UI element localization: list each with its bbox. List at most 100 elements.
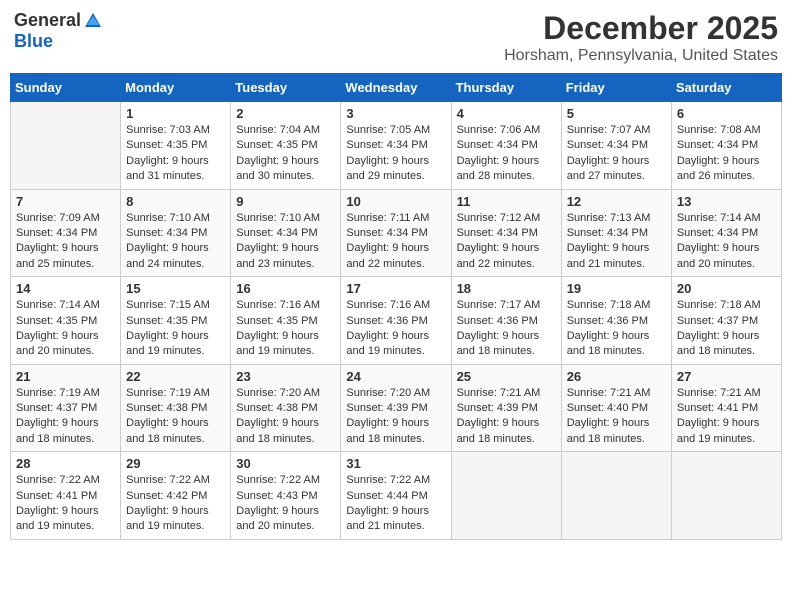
sunrise-text: Sunrise: 7:13 AM <box>567 212 651 224</box>
day-number: 22 <box>126 369 225 384</box>
calendar-week-row: 14 Sunrise: 7:14 AM Sunset: 4:35 PM Dayligh… <box>11 277 782 365</box>
daylight-text: Daylight: 9 hours and 19 minutes. <box>236 330 319 357</box>
day-number: 4 <box>457 106 556 121</box>
calendar-cell: 10Sunrise: 7:11 AMSunset: 4:34 PMDayligh… <box>341 189 451 277</box>
day-number: 2 <box>236 106 335 121</box>
calendar-cell: 9Sunrise: 7:10 AMSunset: 4:34 PMDaylight… <box>231 189 341 277</box>
daylight-text: Daylight: 9 hours and 18 minutes. <box>236 417 319 444</box>
sunrise-text: Sunrise: 7:18 AM <box>567 299 651 311</box>
daylight-text: Daylight: 9 hours and 18 minutes. <box>567 417 650 444</box>
day-number: 29 <box>126 456 225 471</box>
cell-content: Sunrise: 7:03 AMSunset: 4:35 PMDaylight:… <box>126 123 225 185</box>
calendar-cell: 22 Sunrise: 7:19 AMSunset: 4:38 PMDayligh… <box>121 364 231 452</box>
daylight-text: Daylight: 9 hours and 31 minutes. <box>126 155 209 182</box>
cell-content: Sunrise: 7:22 AMSunset: 4:42 PMDaylight:… <box>126 473 225 535</box>
sunset-text: Sunset: 4:34 PM <box>567 139 648 151</box>
sunset-text: Sunset: 4:39 PM <box>457 402 538 414</box>
sunrise-text: Sunrise: 7:15 AM <box>126 299 210 311</box>
sunset-text: Sunset: 4:35 PM <box>236 139 317 151</box>
daylight-text: Daylight: 9 hours and 20 minutes. <box>677 242 760 269</box>
cell-content: Sunrise: 7:07 AMSunset: 4:34 PMDaylight:… <box>567 123 666 185</box>
calendar-header-row: SundayMondayTuesdayWednesdayThursdayFrid… <box>11 74 782 102</box>
sunset-text: Sunset: 4:35 PM <box>16 315 97 327</box>
daylight-text: Daylight: 9 hours and 21 minutes. <box>346 505 429 532</box>
sunset-text: Sunset: 4:42 PM <box>126 490 207 502</box>
sunset-text: Sunset: 4:40 PM <box>567 402 648 414</box>
day-number: 13 <box>677 194 776 209</box>
cell-content: Sunrise: 7:18 AMSunset: 4:36 PMDaylight:… <box>567 298 666 360</box>
day-number: 28 <box>16 456 115 471</box>
day-number: 7 <box>16 194 115 209</box>
daylight-text: Daylight: 9 hours and 18 minutes. <box>457 330 540 357</box>
calendar-cell: 4Sunrise: 7:06 AMSunset: 4:34 PMDaylight… <box>451 102 561 190</box>
sunrise-text: Sunrise: 7:05 AM <box>346 124 430 136</box>
cell-content: Sunrise: 7:17 AM Sunset: 4:36 PM Daylight:… <box>457 298 556 360</box>
daylight-text: Daylight: 9 hours and 28 minutes. <box>457 155 540 182</box>
day-number: 11 <box>457 194 556 209</box>
calendar-cell: 6Sunrise: 7:08 AMSunset: 4:34 PMDaylight… <box>671 102 781 190</box>
sunrise-text: Sunrise: 7:20 AM <box>236 387 320 399</box>
day-number: 1 <box>126 106 225 121</box>
cell-content: Sunrise: 7:22 AMSunset: 4:43 PMDaylight:… <box>236 473 335 535</box>
daylight-text: Daylight: 9 hours and 22 minutes. <box>457 242 540 269</box>
sunset-text: Sunset: 4:38 PM <box>126 402 207 414</box>
sunrise-text: Sunrise: 7:09 AM <box>16 212 100 224</box>
page-header: General Blue December 2025 Horsham, Penn… <box>10 10 782 65</box>
calendar-cell: 23 Sunrise: 7:20 AM Sunset: 4:38 PM Dayligh… <box>231 364 341 452</box>
day-number: 8 <box>126 194 225 209</box>
cell-content: Sunrise: 7:14 AMSunset: 4:35 PMDaylight:… <box>16 298 115 360</box>
day-number: 25 <box>457 369 556 384</box>
sunset-text: Sunset: 4:38 PM <box>236 402 317 414</box>
day-header-saturday: Saturday <box>671 74 781 102</box>
sunset-text: Sunset: 4:36 PM <box>457 315 538 327</box>
sunrise-text: Sunrise: 7:06 AM <box>457 124 541 136</box>
day-number: 27 <box>677 369 776 384</box>
day-header-tuesday: Tuesday <box>231 74 341 102</box>
day-number: 24 <box>346 369 445 384</box>
day-number: 15 <box>126 281 225 296</box>
calendar-cell: 25Sunrise: 7:21 AMSunset: 4:39 PMDayligh… <box>451 364 561 452</box>
logo-icon <box>83 11 103 31</box>
daylight-text: Daylight: 9 hours and 23 minutes. <box>236 242 319 269</box>
sunset-text: Sunset: 4:34 PM <box>567 227 648 239</box>
day-number: 14 <box>16 281 115 296</box>
sunrise-text: Sunrise: 7:16 AM <box>236 299 320 311</box>
day-number: 3 <box>346 106 445 121</box>
day-number: 30 <box>236 456 335 471</box>
day-number: 21 <box>16 369 115 384</box>
day-number: 26 <box>567 369 666 384</box>
cell-content: Sunrise: 7:22 AMSunset: 4:44 PMDaylight:… <box>346 473 445 535</box>
calendar-cell: 21 Sunrise: 7:19 AMSunset: 4:37 PMDayligh… <box>11 364 121 452</box>
cell-content: Sunrise: 7:10 AMSunset: 4:34 PMDaylight:… <box>126 211 225 273</box>
calendar-cell: 26Sunrise: 7:21 AMSunset: 4:40 PMDayligh… <box>561 364 671 452</box>
sunset-text: Sunset: 4:34 PM <box>346 227 427 239</box>
daylight-text: Daylight: 9 hours and 22 minutes. <box>346 242 429 269</box>
cell-content: Sunrise: 7:19 AMSunset: 4:38 PMDaylight:… <box>126 386 225 448</box>
sunrise-text: Sunrise: 7:04 AM <box>236 124 320 136</box>
cell-content: Sunrise: 7:08 AMSunset: 4:34 PMDaylight:… <box>677 123 776 185</box>
cell-content: Sunrise: 7:11 AM Sunset: 4:34 PM Daylight:… <box>346 211 445 273</box>
sunset-text: Sunset: 4:35 PM <box>236 315 317 327</box>
calendar-cell: 7Sunrise: 7:09 AMSunset: 4:34 PMDaylight… <box>11 189 121 277</box>
sunrise-text: Sunrise: 7:20 AM <box>346 387 430 399</box>
cell-content: Sunrise: 7:18 AMSunset: 4:37 PMDaylight:… <box>677 298 776 360</box>
sunrise-text: Sunrise: 7:14 AM <box>16 299 100 311</box>
sunrise-text: Sunrise: 7:11 AM <box>346 212 429 224</box>
sunrise-text: Sunrise: 7:22 AM <box>16 474 100 486</box>
sunrise-text: Sunrise: 7:19 AM <box>16 387 100 399</box>
sunrise-text: Sunrise: 7:16 AM <box>346 299 430 311</box>
logo: General Blue <box>14 10 103 52</box>
sunrise-text: Sunrise: 7:10 AM <box>236 212 320 224</box>
sunrise-text: Sunrise: 7:17 AM <box>457 299 541 311</box>
cell-content: Sunrise: 7:22 AMSunset: 4:41 PMDaylight:… <box>16 473 115 535</box>
daylight-text: Daylight: 9 hours and 19 minutes. <box>126 330 209 357</box>
day-number: 5 <box>567 106 666 121</box>
calendar-cell <box>451 452 561 540</box>
calendar-cell: 15Sunrise: 7:15 AMSunset: 4:35 PMDayligh… <box>121 277 231 365</box>
cell-content: Sunrise: 7:19 AMSunset: 4:37 PMDaylight:… <box>16 386 115 448</box>
calendar-cell: 8 Sunrise: 7:10 AMSunset: 4:34 PMDaylight… <box>121 189 231 277</box>
calendar-cell: 2Sunrise: 7:04 AMSunset: 4:35 PMDaylight… <box>231 102 341 190</box>
day-header-sunday: Sunday <box>11 74 121 102</box>
daylight-text: Daylight: 9 hours and 18 minutes. <box>126 417 209 444</box>
day-number: 23 <box>236 369 335 384</box>
